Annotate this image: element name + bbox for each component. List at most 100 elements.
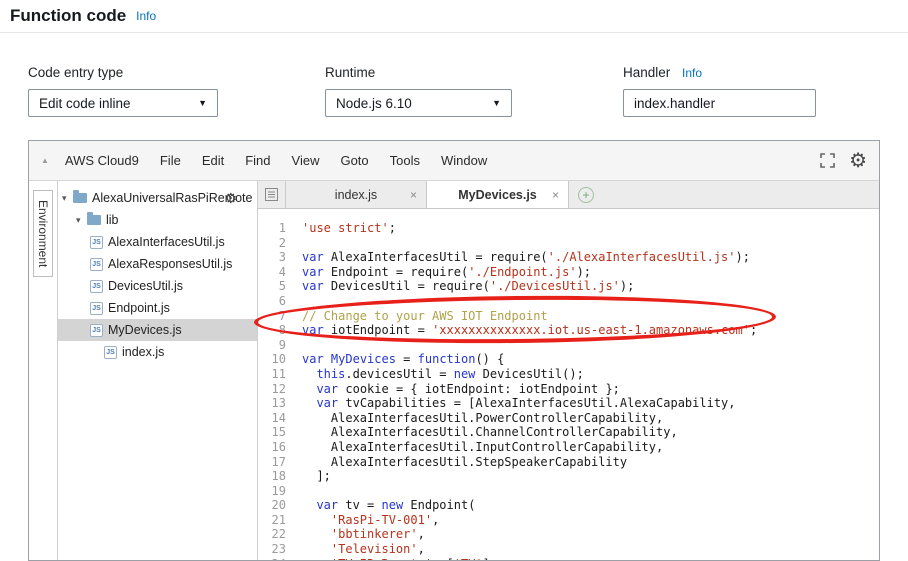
- line-number: 13: [271, 396, 286, 411]
- menu-item-edit[interactable]: Edit: [202, 153, 224, 168]
- code-line: 'RasPi-TV-001',: [330, 512, 440, 527]
- menu-collapse-icon[interactable]: ▲: [41, 156, 49, 165]
- tree-item-alexauniversalraspiremote[interactable]: ▾ AlexaUniversalRasPiRemote ⚙: [58, 187, 257, 209]
- menubar-items: AWS Cloud9 File Edit Find View Goto Tools Windo…: [65, 153, 508, 168]
- tree-item-endpoint-js[interactable]: JS Endpoint.js: [58, 297, 257, 319]
- line-number: 12: [271, 381, 286, 396]
- handler-label-text: Handler: [623, 65, 671, 80]
- line-number: 22: [271, 527, 286, 542]
- tree-item-lib[interactable]: ▾ lib: [58, 209, 257, 231]
- line-number: 19: [271, 483, 286, 498]
- code-entry-type-value: Edit code inline: [39, 95, 131, 111]
- code-line: var DevicesUtil = require('./DevicesUtil…: [302, 279, 635, 294]
- menu-item-aws-cloud9[interactable]: AWS Cloud9: [65, 153, 139, 168]
- menu-item-window[interactable]: Window: [441, 153, 487, 168]
- line-number: 17: [271, 454, 286, 469]
- tree-item-alexainterfacesutil-js[interactable]: JS AlexaInterfacesUtil.js: [58, 231, 257, 253]
- menu-item-find[interactable]: Find: [245, 153, 270, 168]
- handler-label: Handler Info: [623, 65, 816, 80]
- tab-index-js[interactable]: index.js ×: [285, 181, 427, 208]
- function-code-info-link[interactable]: Info: [136, 9, 156, 23]
- code-line: AlexaInterfacesUtil.ChannelControllerCap…: [302, 425, 678, 440]
- file-tree: ▾ AlexaUniversalRasPiRemote ⚙ ▾ lib JS AlexaIn…: [58, 181, 258, 560]
- line-number: 3: [278, 250, 286, 265]
- tree-item-label: AlexaInterfacesUtil.js: [108, 235, 225, 249]
- folder-disclosure-icon[interactable]: ▾: [62, 193, 73, 204]
- code-line: AlexaInterfacesUtil.StepSpeakerCapabilit…: [302, 454, 628, 469]
- js-file-icon: JS: [104, 345, 117, 359]
- function-code-page: Function code Info Code entry type Edit …: [0, 0, 908, 561]
- menu-item-goto[interactable]: Goto: [340, 153, 368, 168]
- line-number: 10: [271, 352, 286, 367]
- runtime-select[interactable]: Node.js 6.10 ▼: [325, 89, 512, 117]
- code-line: var Endpoint = require('./Endpoint.js');: [302, 264, 592, 279]
- code-entry-type-label: Code entry type: [28, 65, 124, 80]
- folder-icon: [87, 212, 101, 225]
- fullscreen-expand-icon[interactable]: [820, 153, 835, 168]
- chevron-down-icon: ▼: [198, 98, 207, 108]
- tree-item-label: index.js: [122, 345, 165, 359]
- handler-input[interactable]: [623, 89, 816, 117]
- new-tab-plus-icon[interactable]: +: [578, 186, 594, 203]
- tree-item-label: Endpoint.js: [108, 301, 170, 315]
- tree-item-label: lib: [106, 213, 119, 227]
- line-number: 9: [278, 337, 286, 352]
- runtime-field: Runtime Node.js 6.10 ▼: [325, 65, 512, 117]
- code-line: 'bbtinkerer',: [330, 527, 425, 542]
- tab-close-icon[interactable]: ×: [410, 188, 417, 202]
- code-line: AlexaInterfacesUtil.PowerControllerCapab…: [302, 410, 664, 425]
- line-number: 2: [278, 235, 286, 250]
- menubar-right: ⚙: [820, 151, 867, 171]
- code-pane: index.js × MyDevices.js × + 1 2 3 4 5 6 7 8 9 10 11 12…: [258, 181, 879, 560]
- menu-item-file[interactable]: File: [160, 153, 181, 168]
- code-lines[interactable]: 'use strict'; var AlexaInterfacesUtil = …: [294, 209, 879, 560]
- code-entry-type-field: Code entry type Edit code inline ▼: [28, 65, 218, 117]
- project-settings-gear-icon[interactable]: ⚙: [224, 190, 237, 207]
- code-settings-form: Code entry type Edit code inline ▼ Runti…: [28, 65, 908, 117]
- tab-mydevices-js[interactable]: MyDevices.js ×: [427, 181, 569, 208]
- tree-item-alexaresponsesutil-js[interactable]: JS AlexaResponsesUtil.js: [58, 253, 257, 275]
- code-line: 'TV IR Remote', ['TV'],: [302, 557, 879, 560]
- tab-close-icon[interactable]: ×: [552, 188, 559, 202]
- menu-item-view[interactable]: View: [292, 153, 320, 168]
- settings-gear-icon[interactable]: ⚙: [849, 151, 867, 171]
- js-file-icon: JS: [90, 257, 103, 271]
- tree-item-label: DevicesUtil.js: [108, 279, 184, 293]
- line-number: 11: [271, 366, 286, 381]
- code-line: ];: [302, 469, 331, 484]
- line-number: 6: [278, 293, 286, 308]
- tree-item-index-js[interactable]: JS index.js: [58, 341, 257, 363]
- environment-side-tab[interactable]: Environment: [33, 190, 53, 278]
- line-number: 16: [271, 439, 286, 454]
- tree-item-mydevices-js[interactable]: JS MyDevices.js: [58, 319, 257, 341]
- code-editor-area: 1234567891011121314151617181920212223242…: [258, 209, 879, 560]
- environment-strip: Environment: [29, 181, 58, 560]
- tab-label: index.js: [334, 187, 378, 202]
- page-title: Function code: [10, 6, 127, 25]
- code-line: var cookie = { iotEndpoint: iotEndpoint …: [316, 381, 620, 396]
- handler-field: Handler Info: [623, 65, 816, 117]
- tab-strip: index.js × MyDevices.js ×: [285, 181, 569, 208]
- line-number: 15: [271, 425, 286, 440]
- cloud9-menubar: ▲ AWS Cloud9 File Edit Find View Goto Tools Win…: [29, 141, 879, 181]
- handler-info-link[interactable]: Info: [682, 66, 702, 80]
- line-number: 5: [278, 279, 286, 294]
- code-line: var AlexaInterfacesUtil = require('./Ale…: [302, 250, 750, 265]
- js-file-icon: JS: [90, 235, 103, 249]
- code-line: AlexaInterfacesUtil.InputControllerCapab…: [302, 439, 664, 454]
- code-line: // Change to your AWS IOT Endpoint: [302, 308, 548, 323]
- editor-tabbar: index.js × MyDevices.js × +: [258, 181, 879, 209]
- tree-item-devicesutil-js[interactable]: JS DevicesUtil.js: [58, 275, 257, 297]
- tree-item-label: AlexaResponsesUtil.js: [108, 257, 233, 271]
- code-line: 'use strict';: [302, 221, 396, 235]
- tab-list-icon[interactable]: [265, 188, 278, 201]
- page-header: Function code Info: [0, 0, 908, 33]
- js-file-icon: JS: [90, 301, 103, 315]
- folder-disclosure-icon[interactable]: ▾: [76, 215, 87, 226]
- code-entry-type-select[interactable]: Edit code inline ▼: [28, 89, 218, 117]
- menu-item-tools[interactable]: Tools: [390, 153, 420, 168]
- runtime-value: Node.js 6.10: [336, 95, 412, 111]
- code-line: 'Television',: [330, 542, 425, 557]
